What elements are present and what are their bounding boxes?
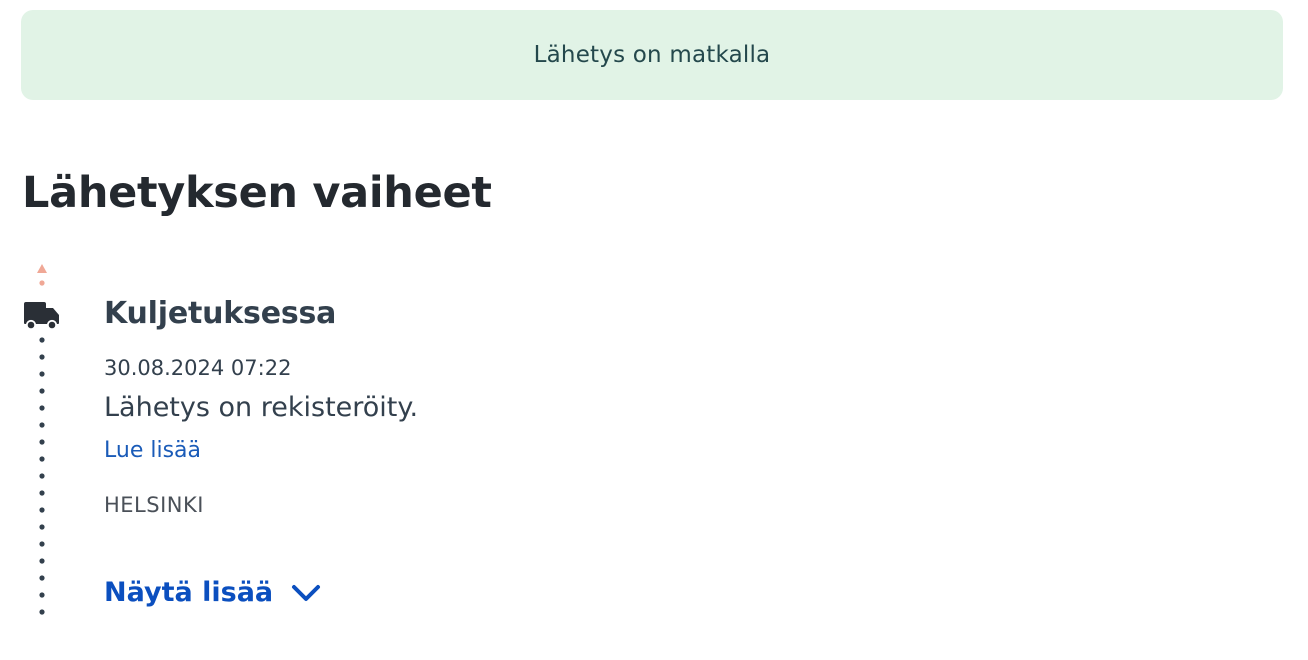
show-more-button[interactable]: Näytä lisää: [104, 577, 321, 608]
section-title: Lähetyksen vaiheet: [22, 168, 492, 218]
chevron-down-icon: [292, 584, 321, 601]
timeline-graphic: [24, 264, 59, 615]
event-location: HELSINKI: [104, 493, 204, 517]
read-more-link[interactable]: Lue lisää: [104, 438, 201, 463]
show-more-label: Näytä lisää: [104, 577, 274, 608]
status-banner-text: Lähetys on matkalla: [533, 42, 771, 68]
event-datetime: 30.08.2024 07:22: [104, 356, 292, 380]
timeline-top-arrow-icon: [37, 264, 47, 273]
event-title: Kuljetuksessa: [104, 296, 337, 331]
timeline-dotted-line: [39, 337, 45, 615]
truck-icon: [24, 302, 59, 331]
event-description: Lähetys on rekisteröity.: [104, 392, 419, 423]
status-banner: Lähetys on matkalla: [21, 10, 1283, 100]
timeline-event: Kuljetuksessa 30.08.2024 07:22 Lähetys o…: [104, 296, 1004, 517]
shipment-tracking-page: Lähetys on matkalla Lähetyksen vaiheet K…: [0, 0, 1308, 660]
timeline: [22, 258, 62, 628]
timeline-top-dot: [39, 280, 45, 286]
